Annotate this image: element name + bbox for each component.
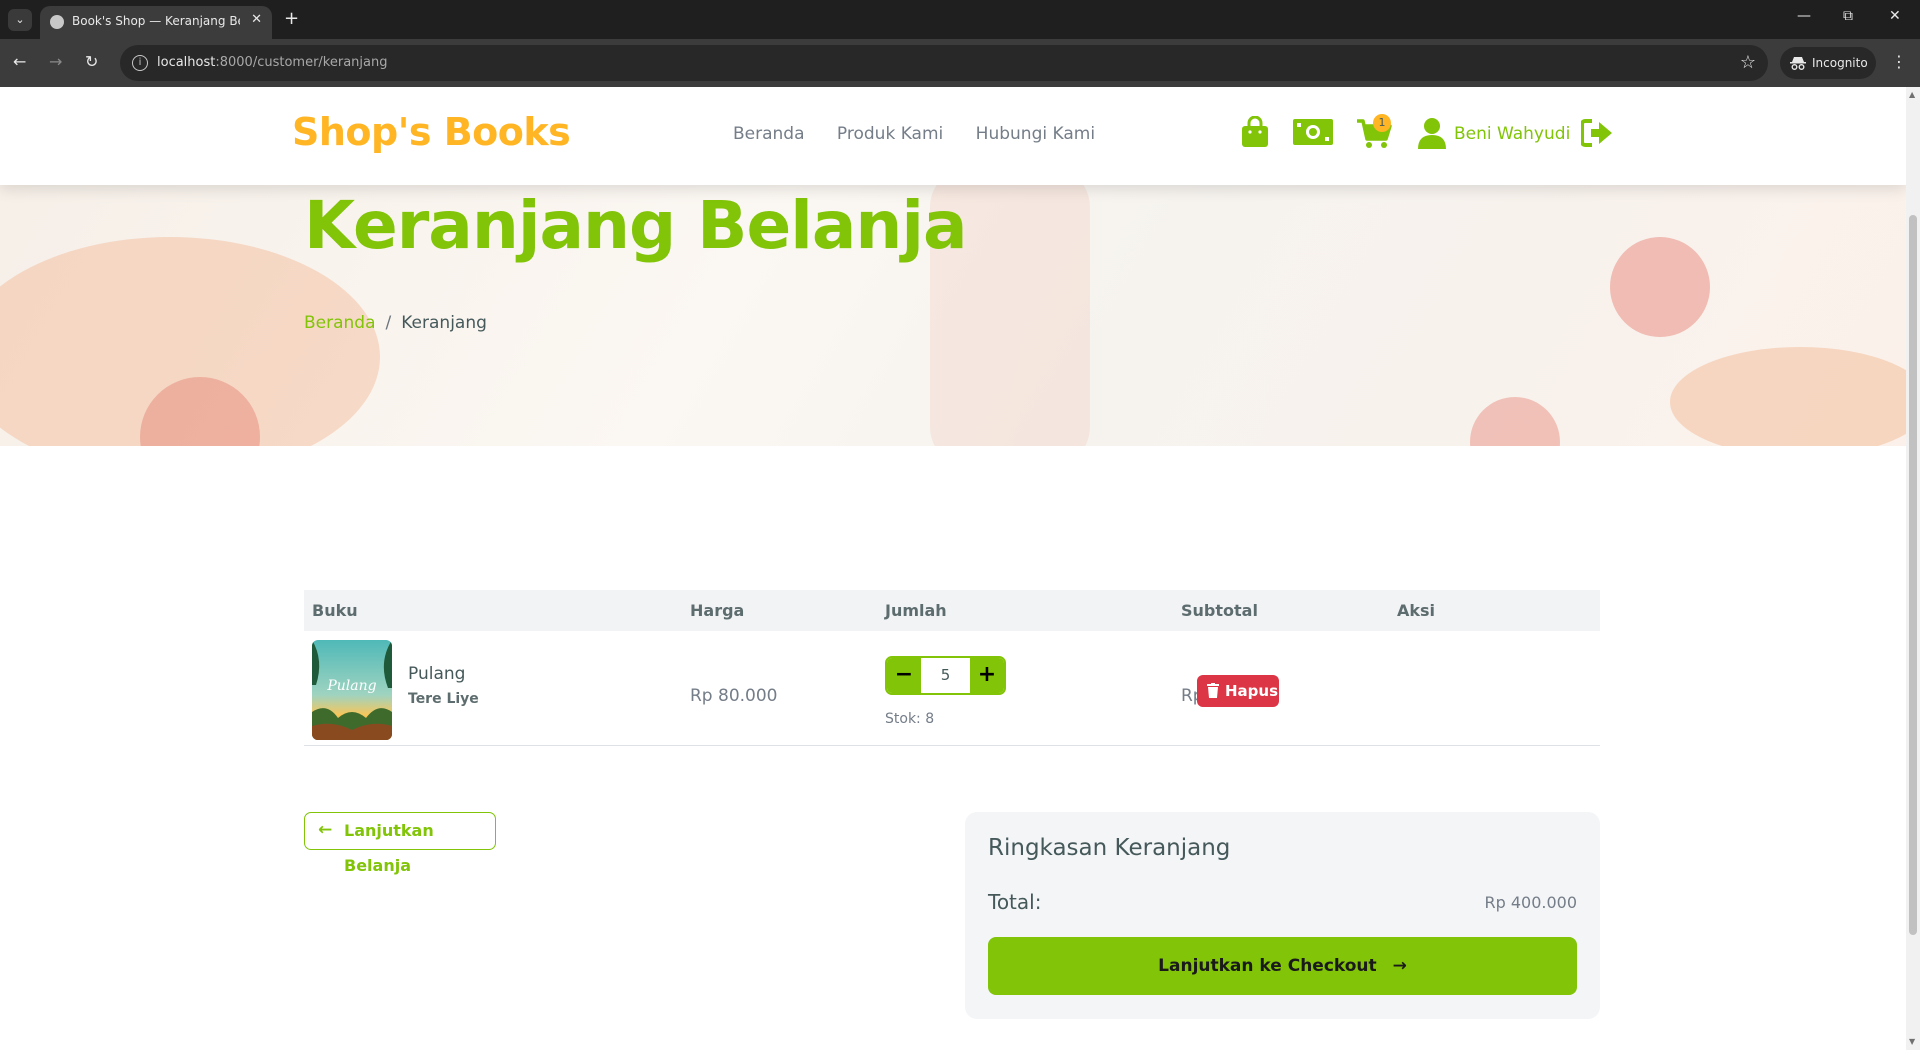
book-cover-image: Pulang bbox=[312, 640, 392, 740]
scroll-down-icon[interactable]: ▼ bbox=[1909, 1037, 1915, 1046]
trash-icon bbox=[1207, 683, 1219, 698]
page-scrollbar[interactable]: ▲ ▼ bbox=[1906, 87, 1920, 1050]
column-header-aksi: Aksi bbox=[1397, 601, 1436, 620]
quantity-stepper: − 5 + bbox=[885, 656, 1006, 695]
book-title: Pulang bbox=[408, 664, 466, 684]
cart-count-badge: 1 bbox=[1373, 114, 1391, 132]
book-author: Tere Liye bbox=[408, 691, 479, 707]
bookmark-star-icon[interactable]: ☆ bbox=[1740, 52, 1756, 73]
globe-icon bbox=[50, 15, 64, 29]
browser-tabbar: ⌄ Book's Shop — Keranjang Belanja ✕ + — … bbox=[0, 0, 1920, 39]
minimize-icon[interactable]: — bbox=[1797, 8, 1811, 24]
book-price: Rp 80.000 bbox=[690, 686, 778, 706]
url-path: :8000/customer/keranjang bbox=[215, 55, 388, 70]
window-close-icon[interactable]: ✕ bbox=[1889, 8, 1901, 24]
checkout-label: Lanjutkan ke Checkout bbox=[1158, 956, 1377, 976]
book-cover-title: Pulang bbox=[326, 678, 376, 694]
page-viewport: Keranjang Belanja Beranda / Keranjang Shop… bbox=[0, 87, 1906, 1050]
back-icon[interactable]: ← bbox=[13, 52, 26, 71]
menu-item-beranda[interactable]: Beranda bbox=[733, 124, 805, 144]
logout-icon[interactable] bbox=[1581, 119, 1613, 147]
checkout-button[interactable]: Lanjutkan ke Checkout → bbox=[988, 937, 1577, 995]
table-header: Buku Harga Jumlah Subtotal Aksi bbox=[304, 590, 1600, 631]
column-header-harga: Harga bbox=[690, 601, 745, 620]
hero-bg-shape bbox=[1610, 237, 1710, 337]
browser-menu-icon[interactable]: ⋮ bbox=[1891, 52, 1907, 71]
total-label: Total: bbox=[988, 890, 1042, 914]
arrow-left-icon: ← bbox=[318, 820, 333, 840]
main-menu: Beranda Produk Kami Hubungi Kami bbox=[733, 124, 1122, 144]
page-title: Keranjang Belanja bbox=[304, 187, 968, 264]
reload-icon[interactable]: ↻ bbox=[85, 52, 98, 71]
table-row: Pulang Pulang Tere Liye Rp 80.000 − 5 + … bbox=[304, 631, 1600, 746]
restore-icon[interactable]: ⧉ bbox=[1843, 8, 1853, 24]
continue-shopping-button[interactable]: ← Lanjutkan Belanja bbox=[304, 812, 496, 875]
incognito-label: Incognito bbox=[1812, 56, 1868, 70]
column-header-buku: Buku bbox=[312, 601, 358, 620]
browser-toolbar: ← → ↻ i localhost:8000/customer/keranjan… bbox=[0, 39, 1920, 87]
brand-logo[interactable]: Shop's Books bbox=[292, 110, 571, 154]
money-icon[interactable] bbox=[1293, 119, 1333, 145]
delete-button-label: Hapus bbox=[1225, 682, 1279, 700]
tab-title: Book's Shop — Keranjang Belanja bbox=[72, 14, 240, 28]
breadcrumb: Beranda / Keranjang bbox=[304, 313, 487, 333]
continue-shopping-label: Lanjutkan Belanja bbox=[344, 821, 434, 875]
quantity-input[interactable]: 5 bbox=[921, 658, 970, 693]
user-icon[interactable] bbox=[1417, 117, 1447, 149]
new-tab-icon[interactable]: + bbox=[284, 8, 299, 29]
delete-button[interactable]: Hapus bbox=[1197, 675, 1279, 707]
breadcrumb-current: Keranjang bbox=[401, 313, 487, 333]
close-icon[interactable]: ✕ bbox=[251, 12, 262, 27]
url-text: localhost:8000/customer/keranjang bbox=[157, 55, 387, 70]
menu-item-hubungi[interactable]: Hubungi Kami bbox=[976, 124, 1095, 144]
column-header-subtotal: Subtotal bbox=[1181, 601, 1258, 620]
browser-tab[interactable]: Book's Shop — Keranjang Belanja ✕ bbox=[40, 6, 272, 39]
site-navbar: Shop's Books Beranda Produk Kami Hubungi… bbox=[0, 87, 1906, 185]
column-header-jumlah: Jumlah bbox=[885, 601, 947, 620]
breadcrumb-home-link[interactable]: Beranda bbox=[304, 313, 376, 333]
stock-text: Stok: 8 bbox=[885, 711, 935, 727]
user-name-link[interactable]: Beni Wahyudi bbox=[1454, 124, 1570, 144]
hero-bg-shape bbox=[1470, 397, 1560, 446]
tab-search-chevron-icon[interactable]: ⌄ bbox=[8, 9, 32, 31]
hero-bg-shape bbox=[1670, 347, 1906, 446]
incognito-icon bbox=[1790, 57, 1806, 70]
address-bar[interactable]: i localhost:8000/customer/keranjang ☆ bbox=[120, 45, 1768, 81]
total-value: Rp 400.000 bbox=[1484, 893, 1577, 912]
breadcrumb-separator: / bbox=[385, 313, 392, 333]
decrease-quantity-button[interactable]: − bbox=[887, 658, 921, 693]
scrollbar-thumb[interactable] bbox=[1909, 215, 1917, 935]
summary-title: Ringkasan Keranjang bbox=[988, 835, 1231, 861]
url-host: localhost bbox=[157, 55, 216, 70]
menu-item-produk[interactable]: Produk Kami bbox=[837, 124, 943, 144]
forward-icon[interactable]: → bbox=[49, 52, 62, 71]
increase-quantity-button[interactable]: + bbox=[970, 658, 1004, 693]
site-info-icon[interactable]: i bbox=[132, 55, 148, 71]
shopping-bag-icon[interactable] bbox=[1241, 116, 1269, 148]
incognito-badge[interactable]: Incognito bbox=[1780, 47, 1876, 79]
scroll-up-icon[interactable]: ▲ bbox=[1909, 90, 1915, 99]
cart-summary: Ringkasan Keranjang Total: Rp 400.000 La… bbox=[965, 812, 1600, 1019]
arrow-right-icon: → bbox=[1392, 956, 1407, 976]
